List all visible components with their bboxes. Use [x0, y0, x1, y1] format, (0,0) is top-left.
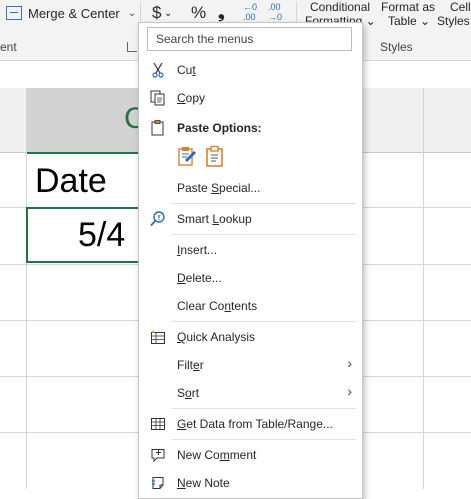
- menu-item-paste-special[interactable]: Paste Special...: [139, 175, 362, 201]
- copy-icon: [149, 89, 167, 107]
- comma-style-button[interactable]: ❟: [218, 3, 225, 23]
- menu-item-delete[interactable]: Delete...: [139, 265, 362, 291]
- format-as-table-sublabel: Table ⌄: [388, 14, 431, 28]
- menu-item-label: Delete...: [177, 271, 222, 285]
- chevron-right-icon: ›: [347, 355, 352, 371]
- menu-item-new-comment[interactable]: New Comment: [139, 442, 362, 468]
- note-icon: [149, 474, 167, 492]
- clipboard-icon: [149, 119, 167, 137]
- menu-item-paste-options: Paste Options:: [139, 115, 362, 141]
- menu-separator: [171, 439, 356, 440]
- menu-item-label: Copy: [177, 91, 206, 105]
- menu-item-filter[interactable]: Filter ›: [139, 352, 362, 378]
- cell-date-value[interactable]: 5/4: [78, 216, 125, 255]
- merge-center-icon: [6, 6, 22, 20]
- menu-item-label: New Comment: [177, 448, 257, 462]
- chevron-down-icon[interactable]: ⌄: [164, 8, 172, 19]
- menu-item-label: Quick Analysis: [177, 330, 256, 344]
- merge-center-button[interactable]: Merge & Center ⌄: [6, 4, 136, 22]
- chevron-down-icon[interactable]: ⌄: [128, 8, 136, 19]
- table-icon: [149, 415, 167, 433]
- menu-item-get-data[interactable]: Get Data from Table/Range...: [139, 411, 362, 437]
- cell-date-header[interactable]: Date: [35, 162, 107, 201]
- menu-separator: [171, 408, 356, 409]
- scissors-icon: [149, 61, 167, 79]
- chevron-right-icon: ›: [347, 383, 352, 399]
- search-menus-input[interactable]: Search the menus: [147, 27, 352, 51]
- merge-center-label: Merge & Center: [28, 5, 120, 21]
- menu-separator: [171, 321, 356, 322]
- currency-button[interactable]: $: [152, 3, 161, 23]
- smart-lookup-icon: [149, 210, 167, 228]
- menu-separator: [171, 234, 356, 235]
- paste-icon[interactable]: [205, 145, 225, 172]
- gridline: [26, 88, 27, 489]
- menu-item-label: Clear Contents: [177, 299, 258, 313]
- menu-item-cut[interactable]: Cut: [139, 57, 362, 83]
- dialog-launcher-icon[interactable]: [127, 42, 137, 52]
- menu-item-new-note[interactable]: New Note: [139, 470, 362, 496]
- conditional-formatting-button[interactable]: Conditional: [310, 0, 370, 14]
- menu-item-label: Filter: [177, 358, 204, 372]
- comment-icon: [149, 446, 167, 464]
- decrease-decimal-button[interactable]: .00 →0: [268, 2, 288, 22]
- menu-item-sort[interactable]: Sort ›: [139, 380, 362, 406]
- menu-item-label: Insert...: [177, 243, 218, 257]
- menu-item-label: Paste Special...: [177, 181, 261, 195]
- quick-analysis-icon: [149, 328, 167, 346]
- menu-item-insert[interactable]: Insert...: [139, 237, 362, 263]
- menu-item-clear-contents[interactable]: Clear Contents: [139, 293, 362, 319]
- menu-item-label: New Note: [177, 476, 230, 490]
- column-header-c[interactable]: [27, 88, 139, 154]
- menu-item-copy[interactable]: Copy: [139, 85, 362, 111]
- paste-formatting-icon[interactable]: [177, 145, 197, 172]
- menu-item-label: Smart Lookup: [177, 212, 252, 226]
- paste-options-group: [177, 145, 225, 172]
- format-as-table-button[interactable]: Format as: [381, 0, 435, 14]
- menu-item-label: Paste Options:: [177, 121, 262, 135]
- menu-item-label: Sort: [177, 386, 200, 400]
- menu-item-label: Cut: [177, 63, 196, 77]
- styles-group-label: Styles: [380, 40, 413, 54]
- cell-styles-sublabel: Styles: [437, 14, 470, 28]
- menu-item-quick-analysis[interactable]: Quick Analysis: [139, 324, 362, 350]
- gridline: [423, 88, 424, 489]
- percent-button[interactable]: %: [191, 3, 206, 23]
- menu-separator: [171, 203, 356, 204]
- menu-item-label: Get Data from Table/Range...: [177, 417, 333, 431]
- increase-decimal-button[interactable]: ←0 .00: [243, 2, 263, 22]
- context-menu: Search the menus Cut Copy Paste Options:…: [138, 22, 363, 499]
- cell-styles-button[interactable]: Cell: [450, 0, 471, 14]
- menu-item-smart-lookup[interactable]: Smart Lookup: [139, 206, 362, 232]
- alignment-group-label: ent: [0, 40, 17, 54]
